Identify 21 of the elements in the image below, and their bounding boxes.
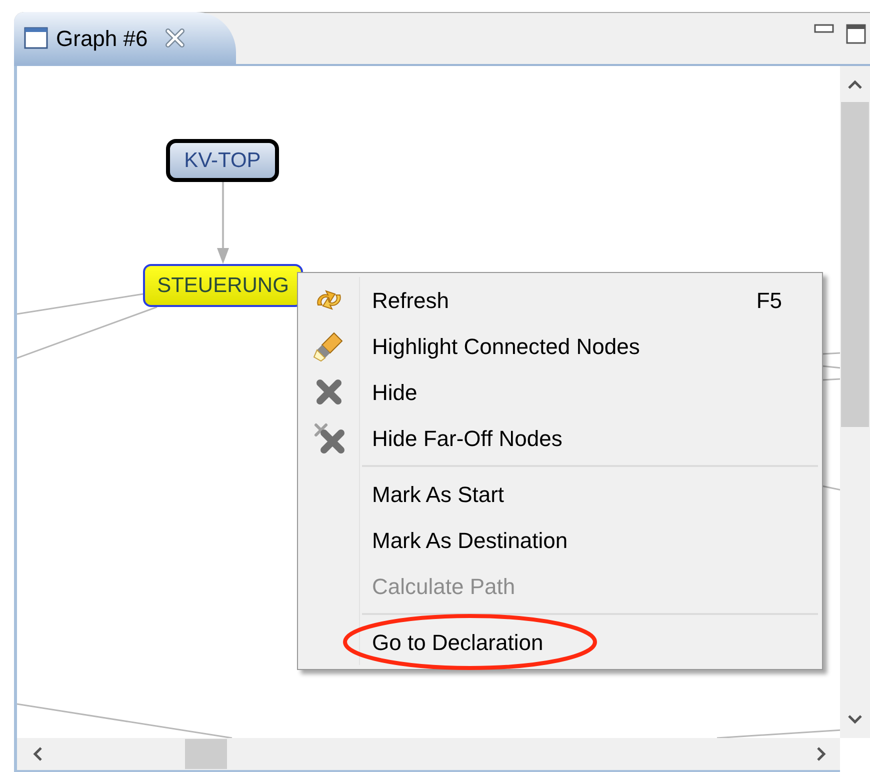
minimize-icon[interactable] xyxy=(814,24,834,34)
menu-item[interactable]: Go to Declaration xyxy=(360,619,818,665)
menu-item[interactable]: Hide xyxy=(360,369,822,415)
tab[interactable]: Graph #6 xyxy=(14,12,236,64)
graph-node[interactable]: STEUERUNG xyxy=(143,264,303,307)
scroll-thumb[interactable] xyxy=(841,102,869,427)
menu-item[interactable]: Highlight Connected Nodes xyxy=(360,323,822,369)
maximize-icon[interactable] xyxy=(846,24,866,44)
x-icon xyxy=(314,377,344,407)
scroll-thumb[interactable] xyxy=(185,739,227,769)
close-icon[interactable] xyxy=(164,27,186,49)
graph-node[interactable]: KV-TOP xyxy=(166,139,279,182)
vertical-scrollbar[interactable] xyxy=(840,66,870,738)
menu-item[interactable]: Refresh F5 xyxy=(360,277,822,323)
double-x-icon xyxy=(312,421,346,455)
menu-item[interactable]: Mark As Start xyxy=(360,471,818,517)
horizontal-scrollbar[interactable] xyxy=(17,738,840,772)
window-icon xyxy=(24,27,48,49)
tab-title: Graph #6 xyxy=(56,24,148,53)
menu-item[interactable]: Hide Far-Off Nodes xyxy=(360,415,822,461)
menu-item[interactable]: Mark As Destination xyxy=(360,517,818,563)
